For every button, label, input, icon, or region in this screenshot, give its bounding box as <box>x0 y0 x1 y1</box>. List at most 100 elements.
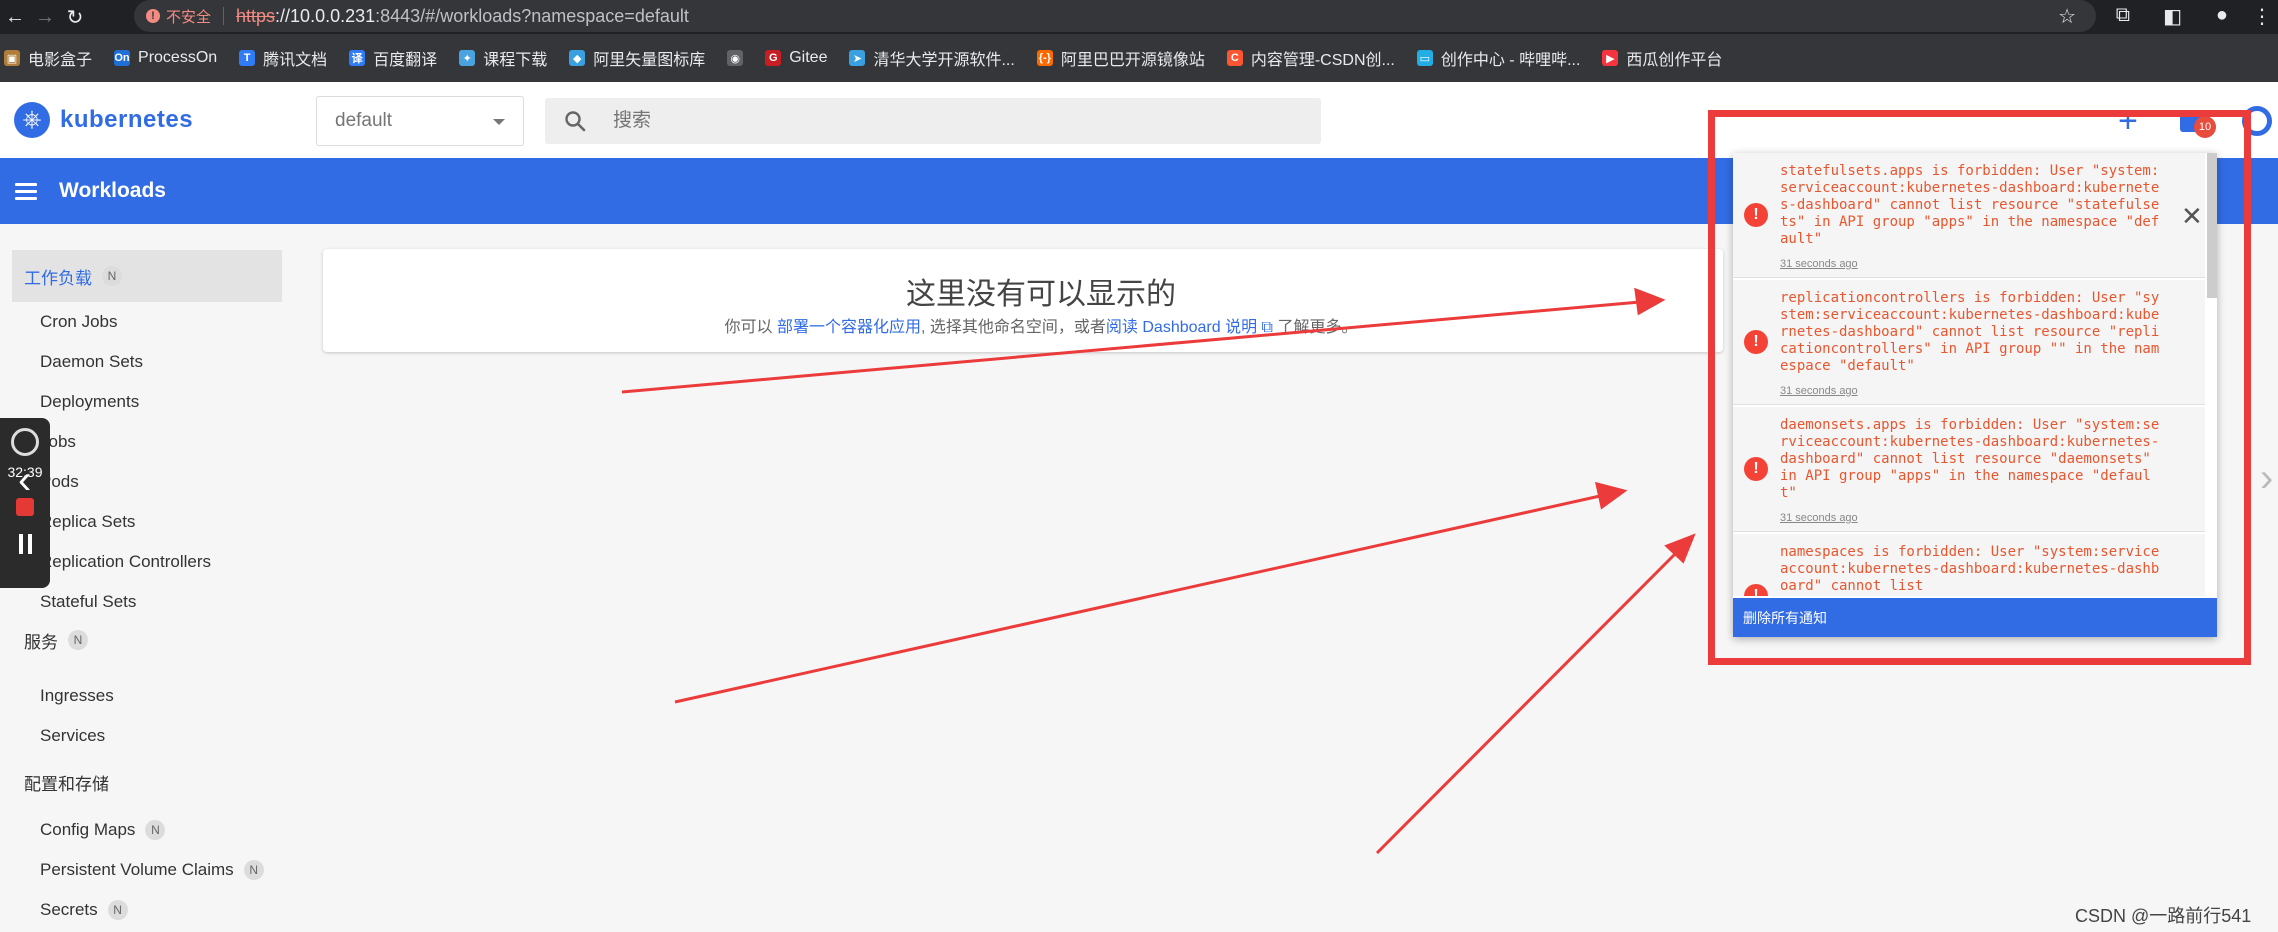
gitee-icon: G <box>765 50 782 66</box>
sidebar-item-secrets[interactable]: Secrets N <box>40 900 128 920</box>
bookmark-item[interactable]: ▶ 西瓜创作平台 <box>1602 46 1722 70</box>
chevron-right-icon[interactable]: › <box>2260 456 2273 501</box>
sidebar-item-stateful-sets[interactable]: Stateful Sets <box>40 592 136 612</box>
sidebar-category-label: 配置和存储 <box>24 774 109 794</box>
empty-state-description: 你可以 部署一个容器化应用, 选择其他命名空间，或者阅读 Dashboard 说… <box>323 313 1759 337</box>
url-scheme: https <box>236 5 276 26</box>
insecure-label: 不安全 <box>166 8 212 26</box>
helm-wheel-icon: ⎈ <box>14 102 50 138</box>
bookmarks-bar: ▣ 电影盒子 On ProcessOn T 腾讯文档 译百度翻译 ✦ 课程下载 ◆ 阿里矢量图标库 ◉… <box>0 34 2278 82</box>
bookmark-item[interactable]: T 腾讯文档 <box>239 46 327 70</box>
bookmark-item[interactable]: On ProcessOn <box>114 49 217 67</box>
url-host: ://10.0.0.231 <box>275 5 376 26</box>
tsinghua-icon: ➤ <box>849 50 866 66</box>
read-docs-link[interactable]: 阅读 Dashboard 说明 <box>1106 319 1257 336</box>
deploy-app-link[interactable]: 部署一个容器化应用 <box>777 319 921 336</box>
pause-record-icon[interactable] <box>18 534 32 554</box>
profile-icon[interactable]: ● <box>2216 4 2228 27</box>
search-input[interactable] <box>613 110 1213 132</box>
bookmark-item[interactable]: ➤ 清华大学开源软件... <box>849 46 1015 70</box>
new-badge: N <box>107 900 128 920</box>
url-divider <box>223 7 225 25</box>
kubernetes-logo[interactable]: ⎈ kubernetes <box>14 102 193 138</box>
bookmark-item[interactable]: {-} 阿里巴巴开源镜像站 <box>1036 46 1205 70</box>
bookmark-label: 内容管理-CSDN创... <box>1250 52 1395 69</box>
sidebar-item-label: Secrets <box>40 900 98 919</box>
new-badge: N <box>102 266 122 286</box>
xigua-icon: ▶ <box>1602 50 1619 66</box>
sidebar-category-services[interactable]: 服务 N <box>12 614 282 666</box>
empty-desc-middle: , 选择其他命名空间，或者 <box>921 319 1106 336</box>
csdn-icon: C <box>1226 50 1243 66</box>
new-badge: N <box>68 630 88 650</box>
sidebar-item-replica-sets[interactable]: Replica Sets <box>40 512 135 532</box>
url-field[interactable]: ! 不安全 https://10.0.0.231:8443/#/workload… <box>134 0 2096 32</box>
new-badge: N <box>243 860 264 880</box>
baidu-translate-icon: 译 <box>349 50 366 66</box>
hamburger-menu-icon[interactable] <box>15 182 37 200</box>
sidebar-category-label: 工作负载 <box>24 268 92 288</box>
new-badge: N <box>145 820 166 840</box>
sidebar-category-label: 服务 <box>24 632 58 652</box>
sidebar-category-workloads[interactable]: 工作负载 N <box>12 250 282 302</box>
bookmark-label: 腾讯文档 <box>263 52 328 69</box>
chevron-left-icon[interactable]: ‹ <box>18 458 31 503</box>
caret-down-icon <box>493 119 505 125</box>
bookmark-label: 西瓜创作平台 <box>1626 52 1723 69</box>
external-link-icon: ⧉ <box>1261 319 1273 336</box>
sidebar-item-replication-controllers[interactable]: Replication Controllers <box>40 552 211 572</box>
empty-state-title: 这里没有可以显示的 <box>906 278 1176 311</box>
logo-text: kubernetes <box>60 106 194 133</box>
film-icon: ▣ <box>4 50 20 66</box>
aliyun-icon: {-} <box>1036 50 1053 66</box>
empty-desc-prefix: 你可以 <box>724 319 773 336</box>
page-title: Workloads <box>59 179 166 202</box>
bookmark-label: 清华大学开源软件... <box>873 52 1015 69</box>
namespace-select[interactable]: default <box>316 96 524 146</box>
bilibili-icon: ▭ <box>1416 50 1433 66</box>
insecure-indicator[interactable]: ! 不安全 <box>146 6 211 27</box>
globe-icon: ◉ <box>727 50 744 66</box>
url-path: :8443/#/workloads?namespace=default <box>375 5 689 26</box>
sidebar-category-config-storage[interactable]: 配置和存储 <box>12 756 282 808</box>
extensions-icon[interactable]: ⧉ <box>2116 4 2130 27</box>
sidebar-toggle-icon[interactable]: ◧ <box>2163 4 2182 29</box>
bookmark-label: 创作中心 - 哔哩哔... <box>1440 52 1581 69</box>
recorder-logo-icon <box>11 428 39 456</box>
bookmark-label: 阿里矢量图标库 <box>593 52 706 69</box>
bookmark-item[interactable]: ✦ 课程下载 <box>459 46 547 70</box>
bookmark-item[interactable]: ◆ 阿里矢量图标库 <box>569 46 705 70</box>
bookmark-label: 百度翻译 <box>373 52 438 69</box>
sidebar-item-persistent-volume-claims[interactable]: Persistent Volume Claims N <box>40 860 264 880</box>
empty-desc-suffix: 了解更多。 <box>1277 319 1358 336</box>
sidebar-item-ingresses[interactable]: Ingresses <box>40 686 114 706</box>
bookmark-item[interactable]: ◉ <box>727 50 744 66</box>
bookmark-label: 课程下载 <box>483 52 548 69</box>
bookmark-star-icon[interactable]: ☆ <box>2058 4 2076 29</box>
sidebar-item-cron-jobs[interactable]: Cron Jobs <box>40 312 117 332</box>
namespace-value: default <box>335 110 393 131</box>
browser-toolbar-right: ☆ ⧉ ◧ ● ⋮ <box>2058 0 2278 34</box>
bookmark-label: 电影盒子 <box>28 52 93 69</box>
sidebar-item-config-maps[interactable]: Config Maps N <box>40 820 166 840</box>
browser-menu-icon[interactable]: ⋮ <box>2252 4 2272 29</box>
sidebar-item-deployments[interactable]: Deployments <box>40 392 139 412</box>
bookmark-item[interactable]: C 内容管理-CSDN创... <box>1226 46 1395 70</box>
warning-icon: ! <box>146 9 160 23</box>
watermark: CSDN @一路前行541 <box>2075 906 2252 926</box>
bookmark-item[interactable]: ▭ 创作中心 - 哔哩哔... <box>1416 46 1581 70</box>
screen-recorder-widget: 32:39 <box>0 418 50 588</box>
course-icon: ✦ <box>459 50 476 66</box>
reload-icon[interactable]: ↻ <box>60 0 90 34</box>
bookmark-item[interactable]: G Gitee <box>765 49 827 67</box>
bookmark-item[interactable]: ▣ 电影盒子 <box>4 46 92 70</box>
forward-icon[interactable]: → <box>30 0 60 34</box>
url-text: https://10.0.0.231:8443/#/workloads?name… <box>236 6 689 27</box>
search-bar[interactable] <box>545 98 1321 144</box>
sidebar-item-label: Persistent Volume Claims <box>40 860 234 879</box>
sidebar-item-services[interactable]: Services <box>40 726 105 746</box>
sidebar-item-daemon-sets[interactable]: Daemon Sets <box>40 352 143 372</box>
back-icon[interactable]: ← <box>0 0 30 34</box>
bookmark-label: Gitee <box>789 49 828 66</box>
bookmark-item[interactable]: 译百度翻译 <box>349 46 437 70</box>
